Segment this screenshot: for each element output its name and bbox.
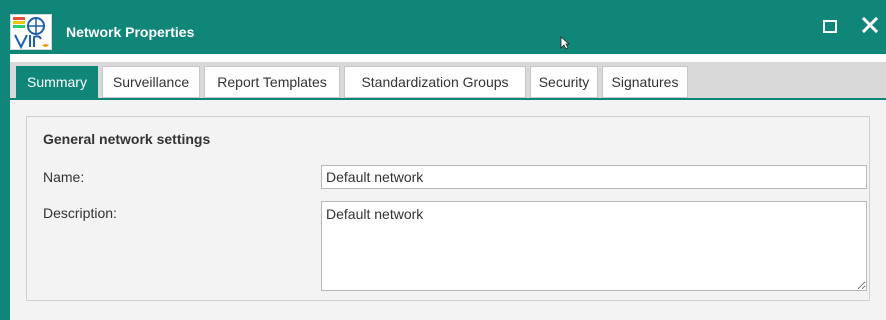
name-label: Name:: [43, 169, 85, 185]
tab-report-templates[interactable]: Report Templates: [204, 66, 340, 98]
close-icon: [861, 16, 879, 34]
name-field[interactable]: [321, 165, 867, 189]
tab-standardization-groups[interactable]: Standardization Groups: [344, 66, 526, 98]
mouse-cursor-icon: [560, 36, 571, 50]
tab-label: Summary: [27, 74, 87, 90]
summary-panel: General network settings Name: Descripti…: [10, 100, 886, 320]
title-bar[interactable]: Network Properties: [0, 0, 886, 54]
network-properties-window: Network Properties Summary Surveillance: [0, 0, 886, 320]
close-button[interactable]: [856, 12, 884, 40]
tab-security[interactable]: Security: [530, 66, 598, 98]
window-content: Summary Surveillance Report Templates St…: [10, 54, 886, 320]
tab-signatures[interactable]: Signatures: [602, 66, 688, 98]
tab-label: Standardization Groups: [361, 74, 509, 90]
description-label: Description:: [43, 205, 117, 221]
tab-strip: Summary Surveillance Report Templates St…: [10, 62, 886, 100]
group-title: General network settings: [43, 131, 211, 147]
maximize-button[interactable]: [816, 12, 844, 40]
tab-label: Report Templates: [217, 74, 327, 90]
window-title: Network Properties: [66, 24, 195, 40]
general-settings-group: General network settings Name: Descripti…: [26, 116, 870, 301]
tab-label: Signatures: [611, 74, 679, 90]
tab-surveillance[interactable]: Surveillance: [102, 66, 200, 98]
app-logo-icon: [10, 14, 52, 50]
maximize-icon: [823, 20, 837, 33]
tab-label: Surveillance: [112, 74, 190, 90]
tab-summary[interactable]: Summary: [16, 66, 98, 98]
description-field[interactable]: Default network: [321, 201, 867, 291]
tab-label: Security: [538, 74, 590, 90]
